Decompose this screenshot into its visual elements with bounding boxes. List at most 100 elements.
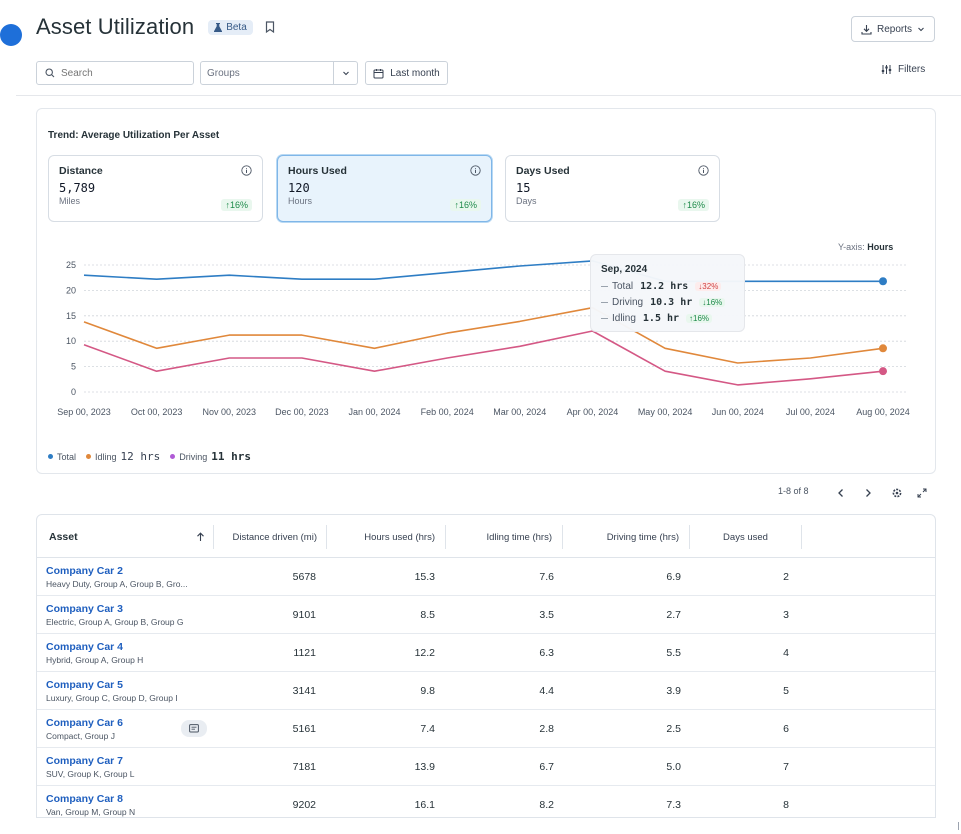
cell-idling: 4.4 xyxy=(539,685,554,697)
x-tick-label: Oct 00, 2023 xyxy=(131,407,183,417)
cell-hours: 13.9 xyxy=(414,761,435,773)
column-header-hours[interactable]: Hours used (hrs) xyxy=(327,525,446,549)
gear-icon xyxy=(892,488,902,498)
sort-arrow-up-icon[interactable] xyxy=(196,532,205,542)
scroll-indicator xyxy=(958,822,959,830)
table-row[interactable]: Company Car 8 Van, Group M, Group N 9202… xyxy=(37,786,935,817)
next-page-button[interactable] xyxy=(861,486,875,500)
cell-days: 7 xyxy=(783,761,789,773)
info-icon[interactable] xyxy=(698,165,709,176)
column-header-driving[interactable]: Driving time (hrs) xyxy=(563,525,690,549)
cell-distance: 5161 xyxy=(292,723,316,735)
expand-button[interactable] xyxy=(915,486,929,500)
cell-hours: 9.8 xyxy=(420,685,435,697)
column-header-idling[interactable]: Idling time (hrs) xyxy=(446,525,563,549)
legend-label: Driving xyxy=(179,451,208,462)
tooltip-row-total: Total 12.2 hrs ↓32% xyxy=(601,278,734,294)
beta-badge: Beta xyxy=(208,19,253,35)
column-label: Driving time (hrs) xyxy=(606,531,679,543)
tooltip-label: Idling xyxy=(612,312,636,324)
kpi-card-distance[interactable]: Distance 5,789 Miles ↑16% xyxy=(48,155,263,222)
search-icon xyxy=(45,68,55,78)
x-tick-label: May 00, 2024 xyxy=(638,407,693,417)
kpi-card-days-used[interactable]: Days Used 15 Days ↑16% xyxy=(505,155,720,222)
series-end-point-total xyxy=(879,277,887,286)
tooltip-row-driving: Driving 10.3 hr ↓16% xyxy=(601,294,734,310)
search-box[interactable] xyxy=(36,61,194,85)
legend-label: Idling xyxy=(95,451,117,462)
filters-button[interactable]: Filters xyxy=(881,64,925,75)
info-icon[interactable] xyxy=(241,165,252,176)
bookmark-icon[interactable] xyxy=(263,20,277,34)
table-row[interactable]: Company Car 6 Compact, Group J 5161 7.4 … xyxy=(37,710,935,748)
yaxis-selector[interactable]: Y-axis: Hours xyxy=(838,242,893,252)
asset-name-link[interactable]: Company Car 4 xyxy=(46,641,123,653)
kpi-value: 120 xyxy=(288,181,310,195)
utilization-line-chart: 0 5 10 15 20 25 Sep 00, 2023 Oct 00, 2023 Nov 0… xyxy=(57,260,910,417)
cell-driving: 5.5 xyxy=(666,647,681,659)
cell-distance: 1121 xyxy=(293,647,316,659)
asset-name-link[interactable]: Company Car 8 xyxy=(46,793,123,805)
cell-distance: 9101 xyxy=(292,609,316,621)
asset-name-link[interactable]: Company Car 3 xyxy=(46,603,123,615)
groups-caret[interactable] xyxy=(333,62,357,84)
column-header-distance[interactable]: Distance driven (mi) xyxy=(214,525,327,549)
table-row[interactable]: Company Car 2 Heavy Duty, Group A, Group… xyxy=(37,558,935,596)
table-row[interactable]: Company Car 3 Electric, Group A, Group B… xyxy=(37,596,935,634)
column-header-days[interactable]: Days used xyxy=(690,525,802,549)
tooltip-change: ↓16% xyxy=(699,297,726,307)
tooltip-value: 10.3 hr xyxy=(650,296,693,308)
date-range-button[interactable]: Last month xyxy=(365,61,448,85)
table-row[interactable]: Company Car 4 Hybrid, Group A, Group H 1… xyxy=(37,634,935,672)
filter-sliders-icon xyxy=(881,65,892,74)
reports-button[interactable]: Reports xyxy=(851,16,935,42)
x-tick-label: Nov 00, 2023 xyxy=(202,407,256,417)
flask-icon xyxy=(214,22,223,32)
cell-driving: 2.7 xyxy=(666,609,681,621)
x-tick-label: Aug 00, 2024 xyxy=(856,407,910,417)
legend-value: 11 hrs xyxy=(211,450,252,463)
legend-value: 12 hrs xyxy=(120,450,161,463)
y-tick-label: 10 xyxy=(66,336,76,346)
yaxis-value: Hours xyxy=(867,242,894,252)
kpi-card-hours-used[interactable]: Hours Used 120 Hours ↑16% xyxy=(277,155,492,222)
asset-name-link[interactable]: Company Car 7 xyxy=(46,755,123,767)
chart-legend: Total Idling 12 hrs Driving 11 hrs xyxy=(48,450,251,463)
prev-page-button[interactable] xyxy=(834,486,848,500)
legend-dot xyxy=(86,454,92,459)
table-settings-button[interactable] xyxy=(890,486,904,500)
asset-name-link[interactable]: Company Car 2 xyxy=(46,565,123,577)
pagination-label: 1-8 of 8 xyxy=(778,486,809,496)
search-input[interactable] xyxy=(61,67,181,79)
series-line-total xyxy=(83,260,883,283)
tooltip-label: Total xyxy=(612,280,634,292)
table-header: Asset Distance driven (mi) Hours used (h… xyxy=(37,515,935,558)
column-header-asset[interactable]: Asset xyxy=(37,525,214,549)
tooltip-dash xyxy=(601,317,608,319)
legend-item-total[interactable]: Total xyxy=(48,452,76,462)
download-icon xyxy=(861,24,872,35)
table-row[interactable]: Company Car 7 SUV, Group K, Group L 7181… xyxy=(37,748,935,786)
cell-idling: 6.7 xyxy=(539,761,554,773)
x-tick-label: Sep 00, 2023 xyxy=(57,407,111,417)
kpi-value: 15 xyxy=(516,181,531,195)
asset-name-link[interactable]: Company Car 5 xyxy=(46,679,123,691)
asset-name-link[interactable]: Company Car 6 xyxy=(46,717,123,729)
filters-label: Filters xyxy=(898,64,926,75)
x-tick-label: Mar 00, 2024 xyxy=(493,407,546,417)
legend-item-driving[interactable]: Driving 11 hrs xyxy=(170,450,251,463)
asset-groups: Luxury, Group C, Group D, Group I xyxy=(46,693,178,703)
row-message-button[interactable] xyxy=(181,720,207,737)
back-button[interactable] xyxy=(0,24,22,46)
legend-item-idling[interactable]: Idling 12 hrs xyxy=(86,450,160,463)
asset-groups: Compact, Group J xyxy=(46,731,115,741)
beta-label: Beta xyxy=(226,21,247,33)
table-row[interactable]: Company Car 5 Luxury, Group C, Group D, … xyxy=(37,672,935,710)
asset-table: Asset Distance driven (mi) Hours used (h… xyxy=(36,514,936,818)
y-tick-label: 15 xyxy=(66,311,76,321)
groups-select[interactable]: Groups xyxy=(200,61,358,85)
info-icon[interactable] xyxy=(470,165,481,176)
column-label: Days used xyxy=(723,531,768,543)
reports-label: Reports xyxy=(876,23,912,35)
cell-days: 6 xyxy=(783,723,789,735)
